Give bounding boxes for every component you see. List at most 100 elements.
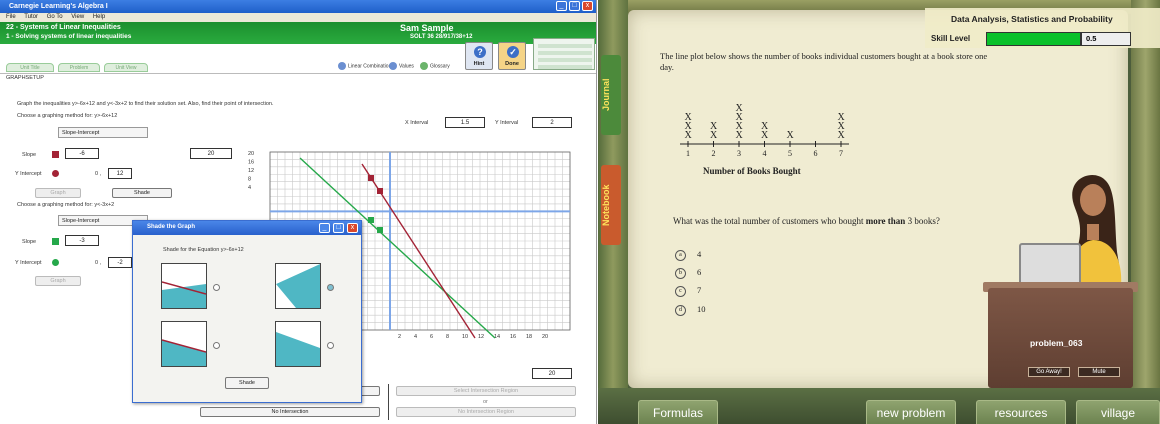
mute-button[interactable]: Mute — [1078, 367, 1120, 377]
slope-field-2[interactable]: -3 — [65, 235, 99, 246]
glossary-tool[interactable]: Glossary — [420, 62, 450, 72]
shade-option-1-radio[interactable] — [213, 284, 220, 291]
plot-tick-label: 6 — [814, 149, 818, 158]
answer-option-b[interactable]: b6 — [675, 267, 701, 279]
method-select-1[interactable]: Slope-Intercept — [58, 127, 148, 138]
line1-point — [377, 188, 383, 194]
x-tick-label: 6 — [430, 334, 433, 340]
option-text: 6 — [697, 267, 702, 277]
slope-field-1[interactable]: -6 — [65, 148, 99, 159]
minimize-button[interactable]: _ — [556, 1, 567, 11]
option-text: 4 — [697, 249, 702, 259]
y-tick-label: 4 — [248, 185, 251, 191]
graph-button-1[interactable]: Graph — [35, 188, 81, 198]
tab-unit-title[interactable]: Unit Title — [6, 63, 54, 72]
laptop-icon — [1019, 243, 1081, 287]
village-tab[interactable]: village — [1076, 400, 1160, 424]
menu-file[interactable]: File — [6, 14, 16, 20]
hint-label: Hint — [473, 61, 485, 67]
answer-option-d[interactable]: d 10 — [675, 304, 706, 316]
plot-x-mark: X — [838, 112, 846, 123]
tool-icon — [338, 62, 346, 70]
plot-tick-label: 4 — [763, 149, 767, 158]
y-tick-label: 12 — [248, 168, 254, 174]
x-tick-label: 4 — [414, 334, 417, 340]
intercept-field-1[interactable]: 12 — [108, 168, 132, 179]
hint-button[interactable]: ? Hint — [465, 42, 493, 70]
done-label: Done — [505, 61, 519, 67]
unit-header: 22 - Systems of Linear Inequalities 1 - … — [0, 22, 596, 44]
dialog-close-button[interactable]: x — [347, 223, 358, 233]
done-icon: ✓ — [507, 46, 519, 58]
shade-option-4[interactable] — [275, 321, 321, 367]
linear-combination-tool[interactable]: Linear Combination — [338, 62, 391, 72]
dialog-shade-button[interactable]: Shade — [225, 377, 269, 389]
shade-option-2-radio[interactable] — [327, 284, 334, 291]
choose-method-1: Choose a graphing method for: y>-6x+12 — [17, 113, 118, 119]
option-text: 10 — [697, 304, 706, 314]
values-tool[interactable]: Values — [389, 62, 414, 72]
line2-color-icon — [52, 238, 59, 245]
question-2: What was the total number of customers w… — [673, 216, 940, 226]
plot-x-mark: X — [736, 103, 744, 114]
no-intersection-button[interactable]: No Intersection — [200, 407, 380, 417]
menu-goto[interactable]: Go To — [47, 14, 63, 20]
journal-tab[interactable]: Journal — [601, 55, 621, 135]
menu-help[interactable]: Help — [93, 14, 105, 20]
student-code: SOLT 36 28/917/38+12 — [410, 34, 473, 40]
answer-option-c[interactable]: c7 — [675, 285, 701, 297]
menu-tutor[interactable]: Tutor — [24, 14, 38, 20]
go-away-button[interactable]: Go Away! — [1028, 367, 1070, 377]
x-interval-field[interactable]: 1.5 — [445, 117, 485, 128]
line2-point-icon — [52, 259, 59, 266]
choose-method-2: Choose a graphing method for: y<-3x+2 — [17, 202, 115, 208]
dialog-maximize-button[interactable]: □ — [333, 223, 344, 233]
shade-button-1[interactable]: Shade — [112, 188, 172, 198]
y-tick-label: 16 — [248, 160, 254, 166]
intercept-label-1: Y Intercept — [15, 171, 42, 177]
section-title: 1 - Solving systems of linear inequaliti… — [6, 33, 132, 40]
intercept-prefix: 0 , — [95, 260, 102, 266]
plot-x-mark: X — [710, 121, 718, 132]
graph-button-2[interactable]: Graph — [35, 276, 81, 286]
x-max-field[interactable]: 20 — [532, 368, 572, 379]
tab-unit-view[interactable]: Unit View — [104, 63, 148, 72]
tab-problem[interactable]: Problem — [58, 63, 100, 72]
shade-option-1[interactable] — [161, 263, 207, 309]
answer-option-a[interactable]: a4 — [675, 249, 701, 261]
slope-label-1: Slope — [22, 152, 37, 158]
shade-option-3-radio[interactable] — [213, 342, 220, 349]
dialog-minimize-button[interactable]: _ — [319, 223, 330, 233]
y-interval-field[interactable]: 2 — [532, 117, 572, 128]
plot-axis-title: Number of Books Bought — [703, 166, 801, 176]
y-tick-label: 8 — [248, 177, 251, 183]
intercept-prefix: 0 , — [95, 171, 102, 177]
select-intersection-button[interactable]: Select Intersection Region — [396, 386, 576, 396]
maximize-button[interactable]: □ — [569, 1, 580, 11]
instruction-text: Graph the inequalities y>-6x+12 and y<-3… — [17, 101, 274, 107]
new-problem-tab[interactable]: new problem — [866, 400, 956, 424]
line2-point — [377, 227, 383, 233]
notebook-tab[interactable]: Notebook — [601, 165, 621, 245]
x-tick-label: 18 — [526, 334, 532, 340]
intercept-field-2[interactable]: -2 — [108, 257, 132, 268]
close-button[interactable]: x — [582, 1, 593, 11]
tool-label: Linear Combination — [348, 63, 392, 70]
menu-view[interactable]: View — [71, 14, 84, 20]
x-tick-label: 16 — [510, 334, 516, 340]
done-button[interactable]: ✓ Done — [498, 42, 526, 70]
formulas-tab[interactable]: Formulas — [638, 400, 718, 424]
shade-option-2[interactable] — [275, 263, 321, 309]
no-intersection-region-button[interactable]: No Intersection Region — [396, 407, 576, 417]
slope-label-2: Slope — [22, 239, 37, 245]
skill-meter — [533, 38, 595, 70]
resources-tab[interactable]: resources — [976, 400, 1066, 424]
y-max-field[interactable]: 20 — [190, 148, 232, 159]
shade-option-3[interactable] — [161, 321, 207, 367]
plot-tick-label: 2 — [712, 149, 716, 158]
plot-tick-label: 3 — [737, 149, 741, 158]
question-2-text: What was the total number of customers w… — [673, 216, 866, 226]
shade-option-4-radio[interactable] — [327, 342, 334, 349]
question-2-emphasis: more than — [865, 216, 906, 226]
tool-label: Values — [399, 63, 414, 70]
